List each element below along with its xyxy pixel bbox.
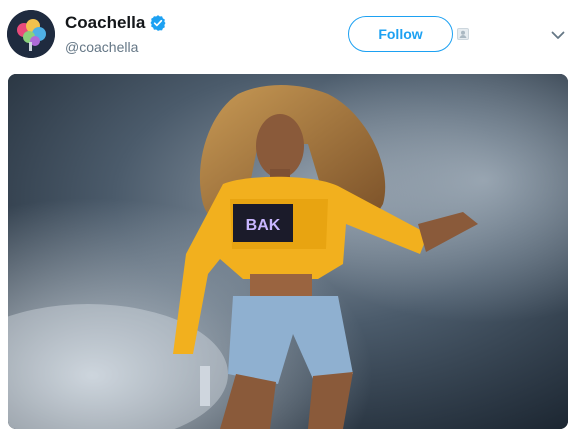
- performer-photo: BAK: [8, 74, 568, 429]
- chevron-down-icon[interactable]: [550, 27, 566, 43]
- follow-button[interactable]: Follow: [348, 16, 453, 52]
- avatar[interactable]: [7, 10, 55, 58]
- display-name[interactable]: Coachella: [65, 13, 145, 33]
- account-handle[interactable]: @coachella: [65, 39, 138, 55]
- tweet-photo[interactable]: BAK: [8, 74, 568, 429]
- small-user-icon: [457, 28, 469, 40]
- avatar-image: [7, 10, 55, 58]
- tweet-header: Coachella @coachella Follow: [0, 0, 574, 72]
- svg-text:BAK: BAK: [246, 217, 281, 234]
- verified-badge-icon: [150, 15, 166, 31]
- display-name-row: Coachella: [65, 13, 167, 33]
